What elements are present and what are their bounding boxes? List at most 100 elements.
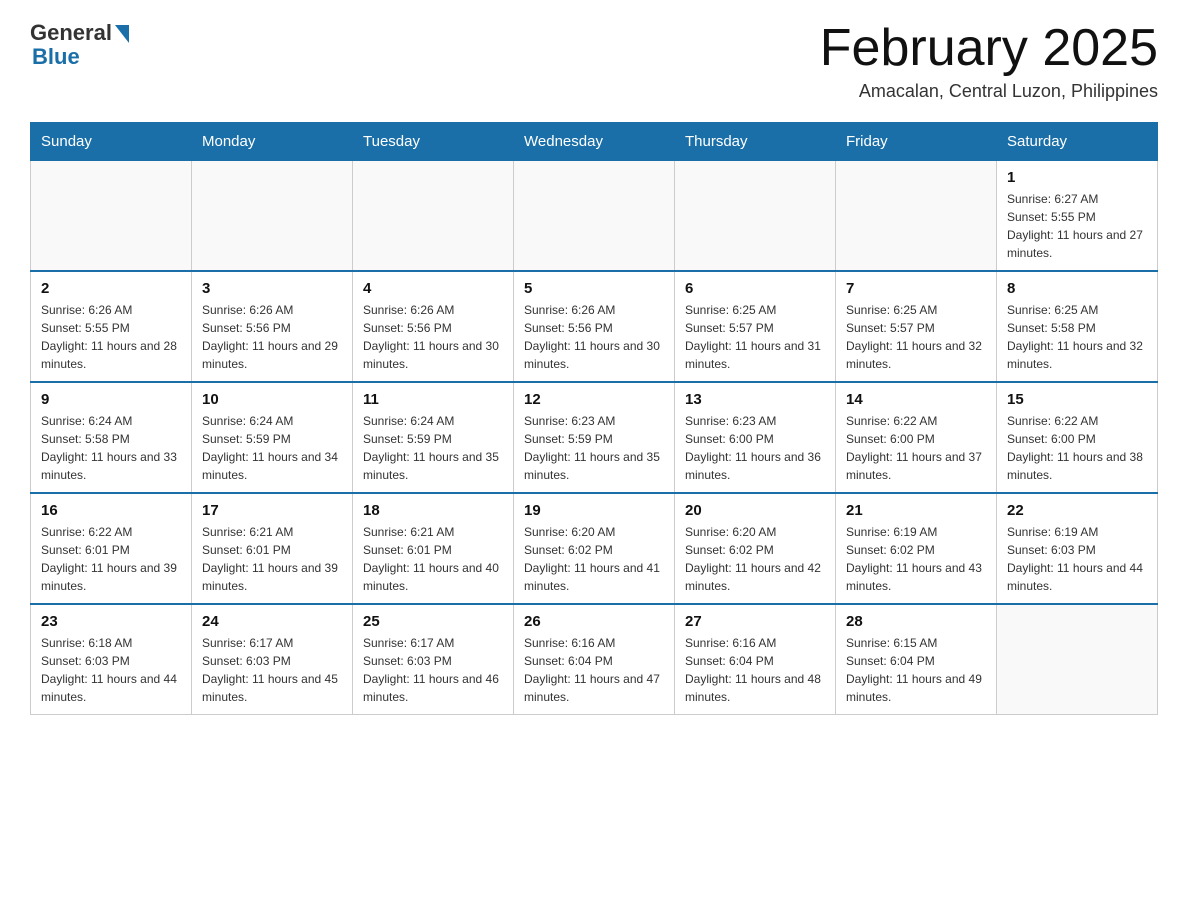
calendar-cell: 22 Sunrise: 6:19 AM Sunset: 6:03 PM Dayli… [997,493,1158,604]
day-number: 20 [685,502,825,519]
calendar-week-row: 16Sunrise: 6:22 AM Sunset: 6:01 PM Dayli… [31,493,1158,604]
day-number: 19 [524,502,664,519]
day-info: Sunrise: 6:24 AM Sunset: 5:59 PM Dayligh… [202,412,342,484]
day-info: Sunrise: 6:20 AM Sunset: 6:02 PM Dayligh… [685,523,825,595]
day-header-sunday: Sunday [31,123,192,161]
calendar-cell: 7 Sunrise: 6:25 AM Sunset: 5:57 PM Daylig… [836,271,997,382]
day-info: Sunrise: 6:19 AM Sunset: 6:03 PM Dayligh… [1007,523,1147,595]
day-header-wednesday: Wednesday [514,123,675,161]
calendar-cell: 18 Sunrise: 6:21 AM Sunset: 6:01 PM Dayli… [353,493,514,604]
day-number: 17 [202,502,342,519]
day-info: Sunrise: 6:20 AM Sunset: 6:02 PM Dayligh… [524,523,664,595]
calendar-cell: 15 Sunrise: 6:22 AM Sunset: 6:00 PM Dayli… [997,382,1158,493]
calendar-cell: 6 Sunrise: 6:25 AM Sunset: 5:57 PM Daylig… [675,271,836,382]
calendar-week-row: 1 Sunrise: 6:27 AM Sunset: 5:55 PM Daylig… [31,161,1158,272]
calendar-cell [997,604,1158,715]
calendar-cell [514,161,675,272]
calendar-cell: 23 Sunrise: 6:18 AM Sunset: 6:03 PM Dayli… [31,604,192,715]
location-title: Amacalan, Central Luzon, Philippines [820,81,1158,102]
day-info: Sunrise: 6:23 AM Sunset: 6:00 PM Dayligh… [685,412,825,484]
calendar-body: 1 Sunrise: 6:27 AM Sunset: 5:55 PM Daylig… [31,161,1158,715]
day-info: Sunrise: 6:26 AM Sunset: 5:55 PM Dayligh… [41,301,181,373]
day-info: Sunrise: 6:25 AM Sunset: 5:57 PM Dayligh… [846,301,986,373]
day-number: 2 [41,280,181,297]
day-number: 13 [685,391,825,408]
calendar-cell: 21 Sunrise: 6:19 AM Sunset: 6:02 PM Dayli… [836,493,997,604]
calendar-cell [836,161,997,272]
day-number: 23 [41,613,181,630]
calendar-cell: 12 Sunrise: 6:23 AM Sunset: 5:59 PM Dayli… [514,382,675,493]
day-info: Sunrise: 6:24 AM Sunset: 5:58 PM Dayligh… [41,412,181,484]
calendar-table: SundayMondayTuesdayWednesdayThursdayFrid… [30,122,1158,715]
day-info: Sunrise: 6:27 AM Sunset: 5:55 PM Dayligh… [1007,190,1147,262]
day-number: 15 [1007,391,1147,408]
day-info: Sunrise: 6:21 AM Sunset: 6:01 PM Dayligh… [363,523,503,595]
day-number: 10 [202,391,342,408]
calendar-cell: 24 Sunrise: 6:17 AM Sunset: 6:03 PM Dayli… [192,604,353,715]
calendar-cell: 2 Sunrise: 6:26 AM Sunset: 5:55 PM Daylig… [31,271,192,382]
calendar-cell: 11 Sunrise: 6:24 AM Sunset: 5:59 PM Dayli… [353,382,514,493]
day-header-monday: Monday [192,123,353,161]
title-section: February 2025 Amacalan, Central Luzon, P… [820,20,1158,102]
calendar-cell: 14Sunrise: 6:22 AM Sunset: 6:00 PM Dayli… [836,382,997,493]
calendar-cell [353,161,514,272]
day-number: 26 [524,613,664,630]
calendar-week-row: 2 Sunrise: 6:26 AM Sunset: 5:55 PM Daylig… [31,271,1158,382]
logo-blue-text: Blue [32,44,80,70]
day-header-thursday: Thursday [675,123,836,161]
day-number: 1 [1007,169,1147,186]
day-number: 28 [846,613,986,630]
logo-triangle-icon [115,25,129,43]
day-info: Sunrise: 6:22 AM Sunset: 6:00 PM Dayligh… [1007,412,1147,484]
day-number: 4 [363,280,503,297]
calendar-cell: 3Sunrise: 6:26 AM Sunset: 5:56 PM Daylig… [192,271,353,382]
calendar-cell [31,161,192,272]
calendar-cell: 17 Sunrise: 6:21 AM Sunset: 6:01 PM Dayli… [192,493,353,604]
day-info: Sunrise: 6:17 AM Sunset: 6:03 PM Dayligh… [202,634,342,706]
day-info: Sunrise: 6:19 AM Sunset: 6:02 PM Dayligh… [846,523,986,595]
day-number: 21 [846,502,986,519]
day-info: Sunrise: 6:26 AM Sunset: 5:56 PM Dayligh… [202,301,342,373]
calendar-cell: 1 Sunrise: 6:27 AM Sunset: 5:55 PM Daylig… [997,161,1158,272]
logo: General Blue [30,20,129,70]
day-info: Sunrise: 6:21 AM Sunset: 6:01 PM Dayligh… [202,523,342,595]
day-number: 12 [524,391,664,408]
day-info: Sunrise: 6:16 AM Sunset: 6:04 PM Dayligh… [685,634,825,706]
day-info: Sunrise: 6:23 AM Sunset: 5:59 PM Dayligh… [524,412,664,484]
day-number: 14 [846,391,986,408]
day-header-saturday: Saturday [997,123,1158,161]
calendar-cell [192,161,353,272]
day-number: 25 [363,613,503,630]
day-number: 11 [363,391,503,408]
calendar-cell: 25Sunrise: 6:17 AM Sunset: 6:03 PM Dayli… [353,604,514,715]
day-number: 24 [202,613,342,630]
calendar-header-row: SundayMondayTuesdayWednesdayThursdayFrid… [31,123,1158,161]
day-number: 6 [685,280,825,297]
calendar-week-row: 23 Sunrise: 6:18 AM Sunset: 6:03 PM Dayli… [31,604,1158,715]
month-title: February 2025 [820,20,1158,77]
calendar-cell: 13 Sunrise: 6:23 AM Sunset: 6:00 PM Dayli… [675,382,836,493]
day-number: 22 [1007,502,1147,519]
day-number: 8 [1007,280,1147,297]
day-header-friday: Friday [836,123,997,161]
calendar-cell: 9Sunrise: 6:24 AM Sunset: 5:58 PM Daylig… [31,382,192,493]
day-number: 18 [363,502,503,519]
calendar-cell: 19 Sunrise: 6:20 AM Sunset: 6:02 PM Dayli… [514,493,675,604]
day-info: Sunrise: 6:25 AM Sunset: 5:58 PM Dayligh… [1007,301,1147,373]
day-info: Sunrise: 6:18 AM Sunset: 6:03 PM Dayligh… [41,634,181,706]
day-header-tuesday: Tuesday [353,123,514,161]
calendar-cell: 8 Sunrise: 6:25 AM Sunset: 5:58 PM Daylig… [997,271,1158,382]
calendar-cell: 20 Sunrise: 6:20 AM Sunset: 6:02 PM Dayli… [675,493,836,604]
calendar-cell: 26Sunrise: 6:16 AM Sunset: 6:04 PM Dayli… [514,604,675,715]
day-number: 16 [41,502,181,519]
day-info: Sunrise: 6:26 AM Sunset: 5:56 PM Dayligh… [524,301,664,373]
calendar-cell [675,161,836,272]
page-header: General Blue February 2025 Amacalan, Cen… [30,20,1158,102]
calendar-cell: 28Sunrise: 6:15 AM Sunset: 6:04 PM Dayli… [836,604,997,715]
day-info: Sunrise: 6:25 AM Sunset: 5:57 PM Dayligh… [685,301,825,373]
day-info: Sunrise: 6:24 AM Sunset: 5:59 PM Dayligh… [363,412,503,484]
calendar-week-row: 9Sunrise: 6:24 AM Sunset: 5:58 PM Daylig… [31,382,1158,493]
logo-general-text: General [30,20,112,46]
day-number: 7 [846,280,986,297]
calendar-cell: 16Sunrise: 6:22 AM Sunset: 6:01 PM Dayli… [31,493,192,604]
